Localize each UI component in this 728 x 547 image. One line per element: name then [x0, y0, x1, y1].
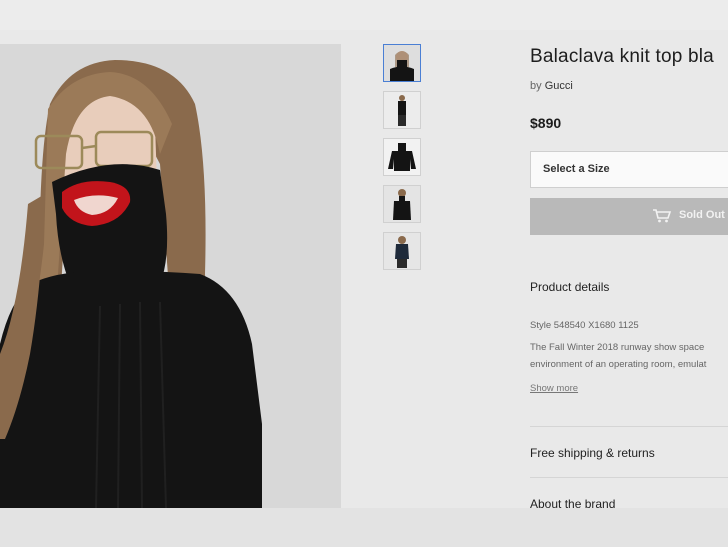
- model-back-icon: [384, 233, 420, 269]
- product-details-panel: Balaclava knit top bla by Gucci $890 Sel…: [530, 40, 728, 520]
- product-details-heading: Product details: [530, 280, 610, 294]
- show-more-link[interactable]: Show more: [530, 383, 578, 394]
- thumbnail-1[interactable]: [383, 44, 421, 82]
- divider: [530, 426, 728, 427]
- thumbnail-3[interactable]: [383, 138, 421, 176]
- product-description: The Fall Winter 2018 runway show space e…: [530, 339, 728, 373]
- model-face-icon: [384, 45, 420, 81]
- model-full-body-icon: [384, 92, 420, 128]
- product-title: Balaclava knit top bla: [530, 46, 714, 67]
- model-wearing-balaclava-image: [0, 44, 341, 508]
- sweater-flat-icon: [384, 139, 420, 175]
- shopping-cart-icon: [653, 209, 672, 223]
- divider: [530, 477, 728, 478]
- sold-out-button: Sold Out: [530, 198, 728, 235]
- description-line-2: environment of an operating room, emulat: [530, 359, 707, 370]
- description-line-1: The Fall Winter 2018 runway show space: [530, 342, 705, 353]
- top-bar: [0, 0, 728, 30]
- thumbnail-4[interactable]: [383, 185, 421, 223]
- thumbnail-2[interactable]: [383, 91, 421, 129]
- size-select[interactable]: Select a Size: [530, 151, 728, 188]
- product-price: $890: [530, 115, 562, 131]
- style-number: Style 548540 X1680 1125: [530, 320, 639, 331]
- brand-link[interactable]: Gucci: [545, 80, 573, 92]
- brand-line: by Gucci: [530, 80, 573, 92]
- model-torso-icon: [384, 186, 420, 222]
- main-product-image[interactable]: [0, 44, 341, 508]
- sold-out-label: Sold Out: [679, 209, 725, 221]
- product-page: Balaclava knit top bla by Gucci $890 Sel…: [0, 0, 728, 547]
- by-label: by: [530, 80, 542, 92]
- bottom-bar: [0, 508, 728, 547]
- thumbnail-5[interactable]: [383, 232, 421, 270]
- free-shipping-returns-link[interactable]: Free shipping & returns: [530, 446, 655, 460]
